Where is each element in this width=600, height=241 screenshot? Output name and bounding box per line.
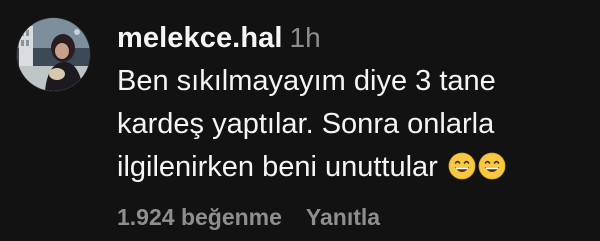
- comment-actions: 1.924 beğenme Yanıtla: [117, 204, 380, 231]
- reply-button[interactable]: Yanıtla: [306, 204, 380, 230]
- comment-line-2: kardeş yaptılar. Sonra onlarla: [117, 108, 495, 140]
- comment-line-1: Ben sıkılmayayım diye 3 tane: [117, 65, 496, 97]
- profile-photo-icon: [17, 18, 90, 91]
- comment-header: melekce.hal 1h: [117, 22, 321, 58]
- username[interactable]: melekce.hal: [117, 22, 283, 54]
- grinning-face-emoji-icon: [448, 152, 476, 180]
- grinning-face-emoji-icon: [478, 152, 506, 180]
- comment-line-3: ilgilenirken beni unuttular: [117, 146, 587, 189]
- comment-text: Ben sıkılmayayım diye 3 tane kardeş yapt…: [117, 60, 587, 189]
- timestamp: 1h: [289, 22, 321, 53]
- comment-line-3-text: ilgilenirken beni unuttular: [117, 151, 438, 183]
- likes-count-button[interactable]: 1.924 beğenme: [117, 204, 282, 230]
- avatar[interactable]: [17, 18, 90, 91]
- comment: melekce.hal 1h Ben sıkılmayayım diye 3 ta…: [0, 0, 600, 241]
